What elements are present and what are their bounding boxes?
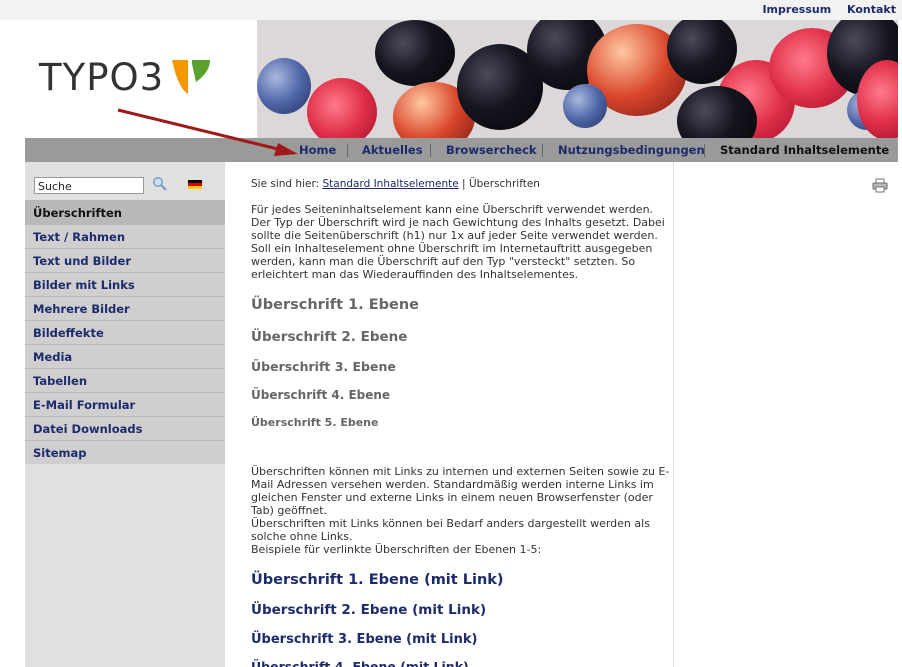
heading-level-5: Überschrift 5. Ebene [251,416,379,429]
flag-icon[interactable] [188,180,202,189]
links-paragraph-1: Überschriften können mit Links zu intern… [251,465,670,517]
heading-level-2: Überschrift 2. Ebene [251,329,408,345]
heading-level-4: Überschrift 4. Ebene [251,388,391,402]
typo3-logo-icon [172,59,211,94]
main-nav: Home Aktuelles Browsercheck Nutzungsbedi… [25,138,898,162]
kontakt-link[interactable]: Kontakt [847,3,896,16]
breadcrumb: Sie sind hier: Standard Inhaltselemente … [251,178,673,190]
heading-level-1: Überschrift 1. Ebene [251,297,420,313]
sidebar-item-datei-downloads[interactable]: Datei Downloads [25,416,225,440]
nav-nutzungsbedingungen[interactable]: Nutzungsbedingungen [558,138,705,162]
top-links: Impressum Kontakt [750,3,896,16]
linked-heading-level-4[interactable]: Überschrift 4. Ebene (mit Link) [251,659,673,667]
linked-heading-level-2[interactable]: Überschrift 2. Ebene (mit Link) [251,602,673,618]
nav-separator [347,144,348,157]
nav-separator [704,144,705,157]
sidebar-item-tabellen[interactable]: Tabellen [25,368,225,392]
heading-level-3: Überschrift 3. Ebene [251,359,396,374]
links-paragraph: Überschriften können mit Links zu intern… [251,465,671,556]
typo3-logo[interactable]: TYPO3 [39,56,212,99]
logo-text: TYPO3 [39,56,165,99]
main-content: Sie sind hier: Standard Inhaltselemente … [226,162,674,667]
breadcrumb-prefix: Sie sind hier: [251,178,320,190]
breadcrumb-link[interactable]: Standard Inhaltselemente [322,178,458,190]
search-input[interactable]: Suche [34,177,144,194]
sidebar: Suche Überschriften Text / Rahmen Text u… [25,162,225,667]
nav-standard-inhaltselemente[interactable]: Standard Inhaltselemente [720,138,889,162]
sidebar-menu: Überschriften Text / Rahmen Text und Bil… [25,200,225,464]
links-paragraph-3: Beispiele für verlinkte Überschriften de… [251,543,542,556]
impressum-link[interactable]: Impressum [762,3,831,16]
linked-heading-level-3[interactable]: Überschrift 3. Ebene (mit Link) [251,632,673,647]
sidebar-item-media[interactable]: Media [25,344,225,368]
sidebar-item-ueberschriften[interactable]: Überschriften [25,200,225,224]
sidebar-item-text-und-bilder[interactable]: Text und Bilder [25,248,225,272]
linked-heading-level-1[interactable]: Überschrift 1. Ebene (mit Link) [251,572,673,588]
breadcrumb-current: Überschriften [468,178,540,190]
nav-aktuelles[interactable]: Aktuelles [362,138,423,162]
header: TYPO3 [25,20,898,138]
search-icon[interactable] [152,176,168,192]
sidebar-item-text-rahmen[interactable]: Text / Rahmen [25,224,225,248]
right-column [675,162,898,667]
header-image-berries [257,20,898,138]
sidebar-item-mehrere-bilder[interactable]: Mehrere Bilder [25,296,225,320]
nav-separator [430,144,431,157]
sidebar-item-email-formular[interactable]: E-Mail Formular [25,392,225,416]
nav-home[interactable]: Home [299,138,336,162]
nav-browsercheck[interactable]: Browsercheck [446,138,537,162]
top-bar: Impressum Kontakt [0,0,902,20]
links-paragraph-2: Überschriften mit Links können bei Bedar… [251,517,650,543]
sidebar-item-bildeffekte[interactable]: Bildeffekte [25,320,225,344]
intro-paragraph: Für jedes Seiteninhaltselement kann eine… [251,203,665,281]
print-icon[interactable] [872,178,888,193]
sidebar-item-bilder-mit-links[interactable]: Bilder mit Links [25,272,225,296]
breadcrumb-separator: | [462,178,466,190]
nav-separator [542,144,543,157]
sidebar-item-sitemap[interactable]: Sitemap [25,440,225,464]
